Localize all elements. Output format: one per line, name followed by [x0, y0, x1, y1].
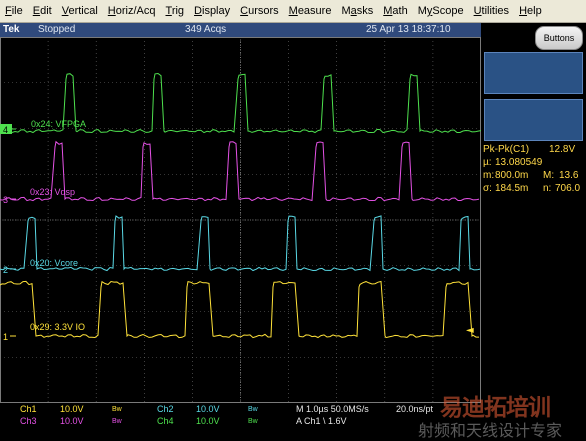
stddev-value: 184.5m [495, 183, 529, 194]
max-value: 13.6 [559, 170, 579, 181]
ch4-marker-number: 4 [3, 125, 8, 135]
menu-measure[interactable]: Measure [284, 0, 337, 22]
ch1-marker-number: 1 [3, 332, 8, 342]
measurement-name: Pk-Pk(C1) [483, 144, 530, 155]
menu-file[interactable]: File [0, 0, 28, 22]
acquisition-count: 349 Acqs [185, 24, 227, 35]
menu-utilities[interactable]: Utilities [469, 0, 514, 22]
ch2-label[interactable]: Ch2 [157, 404, 174, 414]
menu-horizacq[interactable]: Horiz/Acq [103, 0, 161, 22]
trigger-level-marker[interactable]: ◄ [466, 325, 474, 336]
menu-help[interactable]: Help [514, 0, 547, 22]
menu-myscope[interactable]: MyScope [413, 0, 469, 22]
ch4-bandwidth: Bw [248, 418, 258, 425]
status-bar: Tek Stopped 349 Acqs 25 Apr 13 18:37:10 [0, 23, 481, 37]
resolution-readout: 20.0ns/pt [396, 404, 434, 414]
min-label: m: [483, 170, 495, 181]
menu-bar: File Edit Vertical Horiz/Acq Trig Display Curs… [0, 0, 586, 23]
menu-edit[interactable]: Edit [28, 0, 57, 22]
ch1-label[interactable]: Ch1 [20, 404, 37, 414]
stddev-label: σ: [483, 183, 492, 194]
ch3-scale[interactable]: 10.0V [60, 416, 84, 426]
ch2-bandwidth: Bw [248, 406, 258, 413]
ch2-marker-number: 2 [3, 265, 8, 275]
control-panel-box-1[interactable] [484, 52, 583, 94]
ch1-scale[interactable]: 10.0V [60, 404, 84, 414]
brand-label: Tek [3, 24, 20, 35]
mean-value: 13.080549 [495, 157, 543, 168]
ch2-label: 0x20: Vcore [30, 258, 78, 268]
menu-vertical[interactable]: Vertical [57, 0, 103, 22]
menu-cursors[interactable]: Cursors [235, 0, 284, 22]
ch1-bandwidth: Bw [112, 406, 122, 413]
count-label: n: [543, 183, 552, 194]
ch3-marker-number: 3 [3, 195, 8, 205]
ch4-label[interactable]: Ch4 [157, 416, 174, 426]
trigger-readout[interactable]: A Ch1 \ 1.6V [296, 416, 347, 426]
right-panel: Buttons Pk-Pk(C1) 12.8V µ: 13.080549 m: … [481, 23, 586, 403]
menu-trig[interactable]: Trig [161, 0, 190, 22]
count-value: 706.0 [555, 183, 581, 194]
measurement-value: 12.8V [549, 144, 576, 155]
ch4-scale[interactable]: 10.0V [196, 416, 220, 426]
menu-display[interactable]: Display [189, 0, 235, 22]
mean-label: µ: [483, 157, 492, 168]
ch3-label[interactable]: Ch3 [20, 416, 37, 426]
ch3-bandwidth: Bw [112, 418, 122, 425]
ch4-label: 0x24: VFPGA [31, 119, 86, 129]
acquisition-state: Stopped [38, 24, 76, 35]
ch2-scale[interactable]: 10.0V [196, 404, 220, 414]
waveform-display[interactable]: 0x24: VFPGA 0x23: Vdsp 0x20: Vcore 0x29: 3.… [0, 37, 481, 403]
buttons-button[interactable]: Buttons [535, 26, 583, 50]
menu-math[interactable]: Math [378, 0, 412, 22]
menu-masks[interactable]: Masks [336, 0, 378, 22]
ch1-label: 0x29: 3.3V IO [30, 322, 85, 332]
min-value: 800.0m [495, 170, 529, 181]
watermark-subtitle: 射频和天线设计专家 [418, 423, 563, 440]
date-time: 25 Apr 13 18:37:10 [366, 24, 451, 35]
control-panel-box-2[interactable] [484, 99, 583, 141]
timebase-readout[interactable]: M 1.0µs 50.0MS/s [296, 404, 369, 414]
ch3-label: 0x23: Vdsp [30, 187, 75, 197]
max-label: M: [543, 170, 555, 181]
